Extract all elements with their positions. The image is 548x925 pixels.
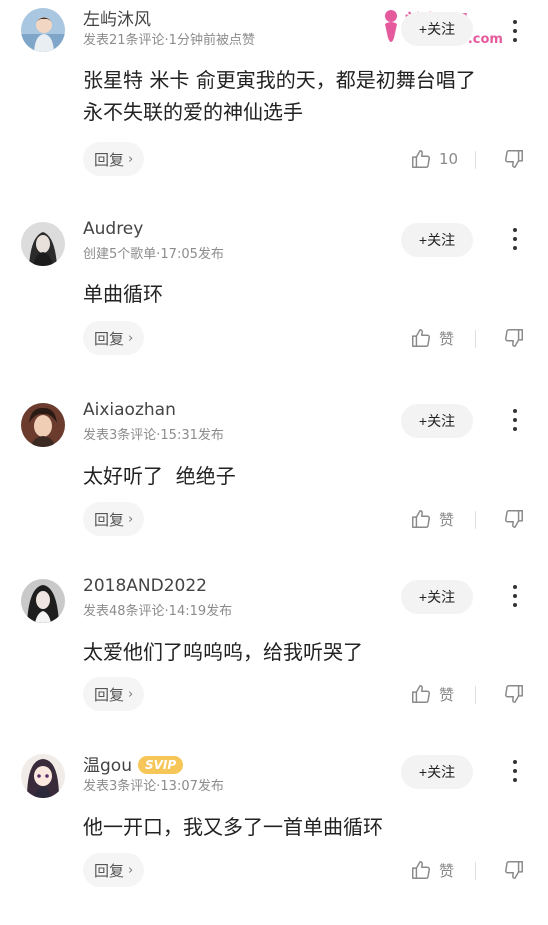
more-options-icon[interactable] (505, 224, 525, 254)
thumbs-down-icon[interactable] (503, 148, 525, 170)
comment-meta: 创建5个歌单·17:05发布 (83, 247, 224, 262)
thumbs-up-icon (412, 685, 430, 703)
divider (475, 862, 476, 880)
chevron-right-icon: › (128, 686, 134, 702)
follow-button[interactable]: +关注 (401, 223, 473, 257)
username[interactable]: Audrey (83, 219, 143, 239)
comment-text: 单曲循环 (83, 282, 163, 306)
follow-button[interactable]: +关注 (401, 12, 473, 46)
thumbs-up-icon (412, 510, 430, 528)
comment-meta: 发表3条评论·15:31发布 (83, 428, 224, 443)
reply-label: 回复 (94, 861, 125, 880)
like-count: 10 (439, 150, 459, 168)
svip-badge: SVIP (137, 756, 184, 774)
divider (475, 330, 476, 348)
like-button[interactable]: 赞 (410, 508, 454, 530)
more-options-icon[interactable] (505, 756, 525, 786)
username[interactable]: Aixiaozhan (83, 400, 176, 420)
chevron-right-icon: › (128, 862, 134, 878)
like-button[interactable]: 赞 (410, 683, 454, 705)
username[interactable]: 温gou SVIP (83, 751, 184, 776)
username[interactable]: 左屿沐风 (83, 5, 151, 30)
reply-label: 回复 (94, 510, 125, 529)
comment-meta: 发表48条评论·14:19发布 (83, 604, 233, 619)
divider (475, 511, 476, 529)
thumbs-up-icon (412, 861, 430, 879)
like-button[interactable]: 赞 (410, 859, 454, 881)
divider (475, 686, 476, 704)
follow-label: +关注 (418, 764, 456, 780)
avatar[interactable] (21, 8, 65, 52)
comment-meta: 发表3条评论·13:07发布 (83, 779, 224, 794)
thumbs-down-icon[interactable] (503, 508, 525, 530)
reply-button[interactable]: 回复 › (83, 677, 145, 711)
follow-button[interactable]: +关注 (401, 755, 473, 789)
follow-button[interactable]: +关注 (401, 404, 473, 438)
reply-button[interactable]: 回复 › (83, 502, 145, 536)
chevron-right-icon: › (128, 511, 134, 527)
reply-label: 回复 (94, 150, 125, 169)
more-options-icon[interactable] (505, 16, 525, 46)
username-text: 温gou (83, 756, 132, 776)
comment-meta: 发表21条评论·1分钟前被点赞 (83, 33, 255, 48)
like-count: 赞 (439, 510, 455, 529)
follow-label: +关注 (418, 232, 456, 248)
more-options-icon[interactable] (505, 405, 525, 435)
reply-button[interactable]: 回复 › (83, 853, 145, 887)
like-count: 赞 (439, 329, 455, 348)
more-options-icon[interactable] (505, 581, 525, 611)
avatar[interactable] (21, 403, 65, 447)
follow-label: +关注 (418, 413, 456, 429)
comment-page: 美妇网 meifu43.com 左屿沐风 发表21条评论·1分钟前被点赞 +关注… (0, 0, 548, 925)
comment-text: 他一开口，我又多了一首单曲循环 (83, 815, 383, 839)
thumbs-down-icon[interactable] (503, 327, 525, 349)
thumbs-up-icon (412, 329, 430, 347)
reply-button[interactable]: 回复 › (83, 142, 145, 176)
chevron-right-icon: › (128, 151, 134, 167)
thumbs-down-icon[interactable] (503, 683, 525, 705)
avatar[interactable] (21, 754, 65, 798)
comment-text: 太好听了 绝绝子 (83, 464, 236, 488)
avatar[interactable] (21, 579, 65, 623)
chevron-right-icon: › (128, 330, 134, 346)
reply-label: 回复 (94, 685, 125, 704)
follow-button[interactable]: +关注 (401, 580, 473, 614)
like-button[interactable]: 10 (410, 148, 458, 170)
like-count: 赞 (439, 861, 455, 880)
reply-button[interactable]: 回复 › (83, 321, 145, 355)
thumbs-up-icon (412, 150, 430, 168)
follow-label: +关注 (418, 21, 456, 37)
username[interactable]: 2018AND2022 (83, 576, 207, 596)
divider (475, 151, 476, 169)
reply-label: 回复 (94, 329, 125, 348)
like-button[interactable]: 赞 (410, 327, 454, 349)
avatar[interactable] (21, 222, 65, 266)
like-count: 赞 (439, 685, 455, 704)
comment-text: 张星特 米卡 俞更寅我的天，都是初舞台唱了 永不失联的爱的神仙选手 (83, 68, 476, 124)
follow-label: +关注 (418, 589, 456, 605)
comment-text: 太爱他们了呜呜呜，给我听哭了 (83, 640, 363, 664)
thumbs-down-icon[interactable] (503, 859, 525, 881)
